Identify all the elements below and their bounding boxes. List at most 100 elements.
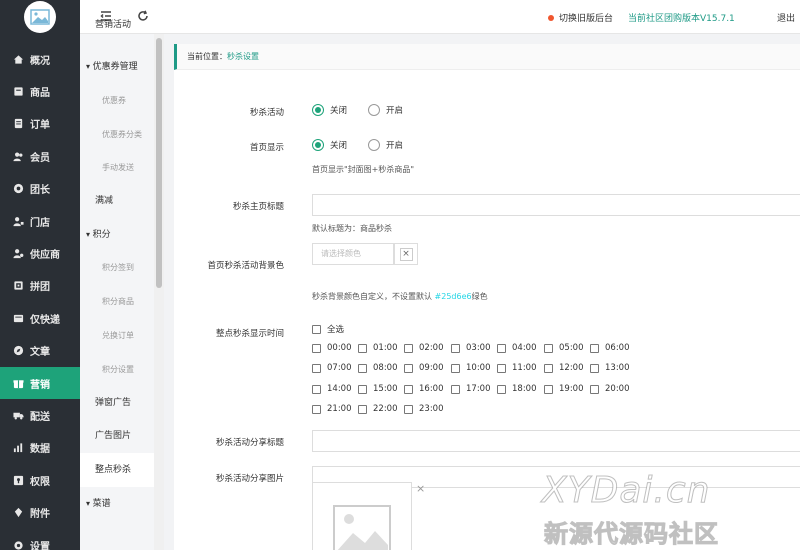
hour-checkbox[interactable]: 20:00 (590, 384, 630, 394)
sidebar-item-supplier[interactable]: 供应商 (0, 237, 80, 269)
submenu-item[interactable]: 兑换订单 (80, 330, 154, 342)
submenu-item[interactable]: ▾ 积分 (80, 229, 154, 241)
hour-checkbox[interactable]: 09:00 (404, 363, 444, 373)
scrollbar-thumb[interactable] (156, 38, 162, 288)
sidebar-item-label: 概况 (30, 55, 50, 67)
submenu-item[interactable]: ▾ 菜谱 (80, 498, 154, 510)
hour-checkbox[interactable]: 14:00 (312, 384, 352, 394)
sidebar-item-marketing[interactable]: 营销 (0, 367, 80, 399)
seckill-off-label: 关闭 (330, 106, 348, 116)
hour-label: 12:00 (559, 363, 584, 373)
breadcrumb-current[interactable]: 秒杀设置 (227, 52, 259, 61)
checkbox-box (312, 324, 321, 334)
image-upload-box[interactable] (312, 482, 412, 550)
home-display-on-label: 开启 (386, 141, 404, 151)
home-title-input[interactable] (312, 194, 800, 216)
hour-label: 09:00 (419, 363, 444, 373)
logo-avatar[interactable] (24, 1, 56, 33)
color-picker-input[interactable]: 请选择颜色 (312, 243, 394, 265)
sidebar-item-leader[interactable]: 团长 (0, 173, 80, 205)
hour-checkbox[interactable]: 03:00 (451, 343, 491, 353)
remove-image-icon[interactable]: × (416, 482, 425, 495)
hour-checkbox[interactable]: 19:00 (544, 384, 584, 394)
sidebar-item-data[interactable]: 数据 (0, 432, 80, 464)
color-clear-button[interactable]: × (394, 243, 418, 265)
group-buy-icon (12, 280, 24, 292)
sidebar-item-home[interactable]: 概况 (0, 43, 80, 75)
submenu-item[interactable]: 积分商品 (80, 296, 154, 308)
hour-checkbox[interactable]: 02:00 (404, 343, 444, 353)
radio-circle (368, 139, 380, 151)
article-icon (12, 345, 24, 357)
hour-label: 11:00 (512, 363, 537, 373)
sidebar-item-permission[interactable]: 权限 (0, 464, 80, 496)
sidebar-item-delivery[interactable]: 配送 (0, 399, 80, 431)
share-image-label: 秒杀活动分享图片 (215, 474, 284, 484)
hour-checkbox[interactable]: 16:00 (404, 384, 444, 394)
submenu-scrollbar[interactable] (154, 34, 164, 550)
home-display-off-radio[interactable]: 关闭 (312, 139, 347, 151)
sidebar-item-label: 拼团 (30, 282, 50, 294)
sidebar-item-article[interactable]: 文章 (0, 335, 80, 367)
submenu-item[interactable]: 广告图片 (80, 430, 154, 442)
hour-checkbox[interactable]: 10:00 (451, 363, 491, 373)
sidebar-item-member[interactable]: 会员 (0, 140, 80, 172)
hour-checkbox[interactable]: 05:00 (544, 343, 584, 353)
checkbox-box (358, 384, 367, 394)
hour-checkbox[interactable]: 15:00 (358, 384, 398, 394)
main-sidebar: 概况商品订单 会员 团长 门店 供应商拼团仅快递文章营销 配送 数据 权限附件设置 (0, 0, 80, 550)
content-panel: 当前位置：秒杀设置 秒杀活动 关闭 开启 首页显示 关闭 开启 首页显示"封面图… (174, 44, 800, 550)
hour-checkbox[interactable]: 06:00 (590, 343, 630, 353)
select-all-checkbox[interactable]: 全选 (312, 323, 344, 335)
submenu-item[interactable]: ▾ 优惠券管理 (80, 61, 154, 73)
sidebar-item-group-buy[interactable]: 拼团 (0, 270, 80, 302)
hour-checkbox[interactable]: 01:00 (358, 343, 398, 353)
submenu-item[interactable]: 手动发送 (80, 162, 154, 174)
hour-checkbox[interactable]: 13:00 (590, 363, 630, 373)
sidebar-item-store[interactable]: 门店 (0, 205, 80, 237)
hour-checkbox[interactable]: 18:00 (497, 384, 537, 394)
share-title-input[interactable] (312, 430, 800, 452)
submenu-item[interactable]: 满减 (80, 195, 154, 207)
submenu-item[interactable]: 弹窗广告 (80, 397, 154, 409)
main-area: 当前位置：秒杀设置 秒杀活动 关闭 开启 首页显示 关闭 开启 首页显示"封面图… (164, 34, 800, 550)
home-display-on-radio[interactable]: 开启 (368, 139, 403, 151)
supplier-icon (12, 247, 24, 259)
hour-checkbox[interactable]: 23:00 (404, 404, 444, 414)
seckill-on-radio[interactable]: 开启 (368, 104, 403, 116)
switch-old-version-link[interactable]: 切换旧版后台 (548, 11, 613, 24)
hour-label: 05:00 (559, 343, 584, 353)
seckill-off-radio[interactable]: 关闭 (312, 104, 347, 116)
hour-checkbox[interactable]: 21:00 (312, 404, 352, 414)
sidebar-item-label: 附件 (30, 509, 50, 521)
hour-checkbox[interactable]: 11:00 (497, 363, 537, 373)
sidebar-item-label: 商品 (30, 87, 50, 99)
goods-icon (12, 85, 24, 97)
hour-checkbox[interactable]: 22:00 (358, 404, 398, 414)
submenu-item-label: 优惠券分类 (102, 130, 142, 139)
submenu-item[interactable]: 优惠券 (80, 95, 154, 107)
hour-checkbox[interactable]: 17:00 (451, 384, 491, 394)
submenu-item[interactable]: 积分设置 (80, 364, 154, 376)
hour-checkbox[interactable]: 07:00 (312, 363, 352, 373)
hour-checkbox[interactable]: 04:00 (497, 343, 537, 353)
sidebar-item-order[interactable]: 订单 (0, 108, 80, 140)
sidebar-item-express[interactable]: 仅快递 (0, 302, 80, 334)
sidebar-item-settings[interactable]: 设置 (0, 529, 80, 550)
sidebar-item-goods[interactable]: 商品 (0, 75, 80, 107)
home-display-off-label: 关闭 (330, 141, 348, 151)
submenu-item[interactable]: 优惠券分类 (80, 129, 154, 141)
submenu-item[interactable]: 营销活动 (80, 19, 154, 31)
submenu-item-label: 广告图片 (95, 431, 132, 441)
status-dot-icon (548, 14, 554, 21)
top-header: 切换旧版后台 当前社区团购版本V15.7.1 退出 (80, 0, 800, 34)
submenu-item[interactable]: 整点秒杀 (80, 453, 154, 487)
hour-checkbox[interactable]: 12:00 (544, 363, 584, 373)
sidebar-item-label: 文章 (30, 347, 50, 359)
logout-button[interactable]: 退出 (777, 11, 795, 24)
sidebar-item-attachment[interactable]: 附件 (0, 497, 80, 529)
hour-checkbox[interactable]: 08:00 (358, 363, 398, 373)
submenu-item[interactable]: 积分签到 (80, 262, 154, 274)
hour-checkbox[interactable]: 00:00 (312, 343, 352, 353)
seckill-activity-label: 秒杀活动 (249, 108, 284, 118)
